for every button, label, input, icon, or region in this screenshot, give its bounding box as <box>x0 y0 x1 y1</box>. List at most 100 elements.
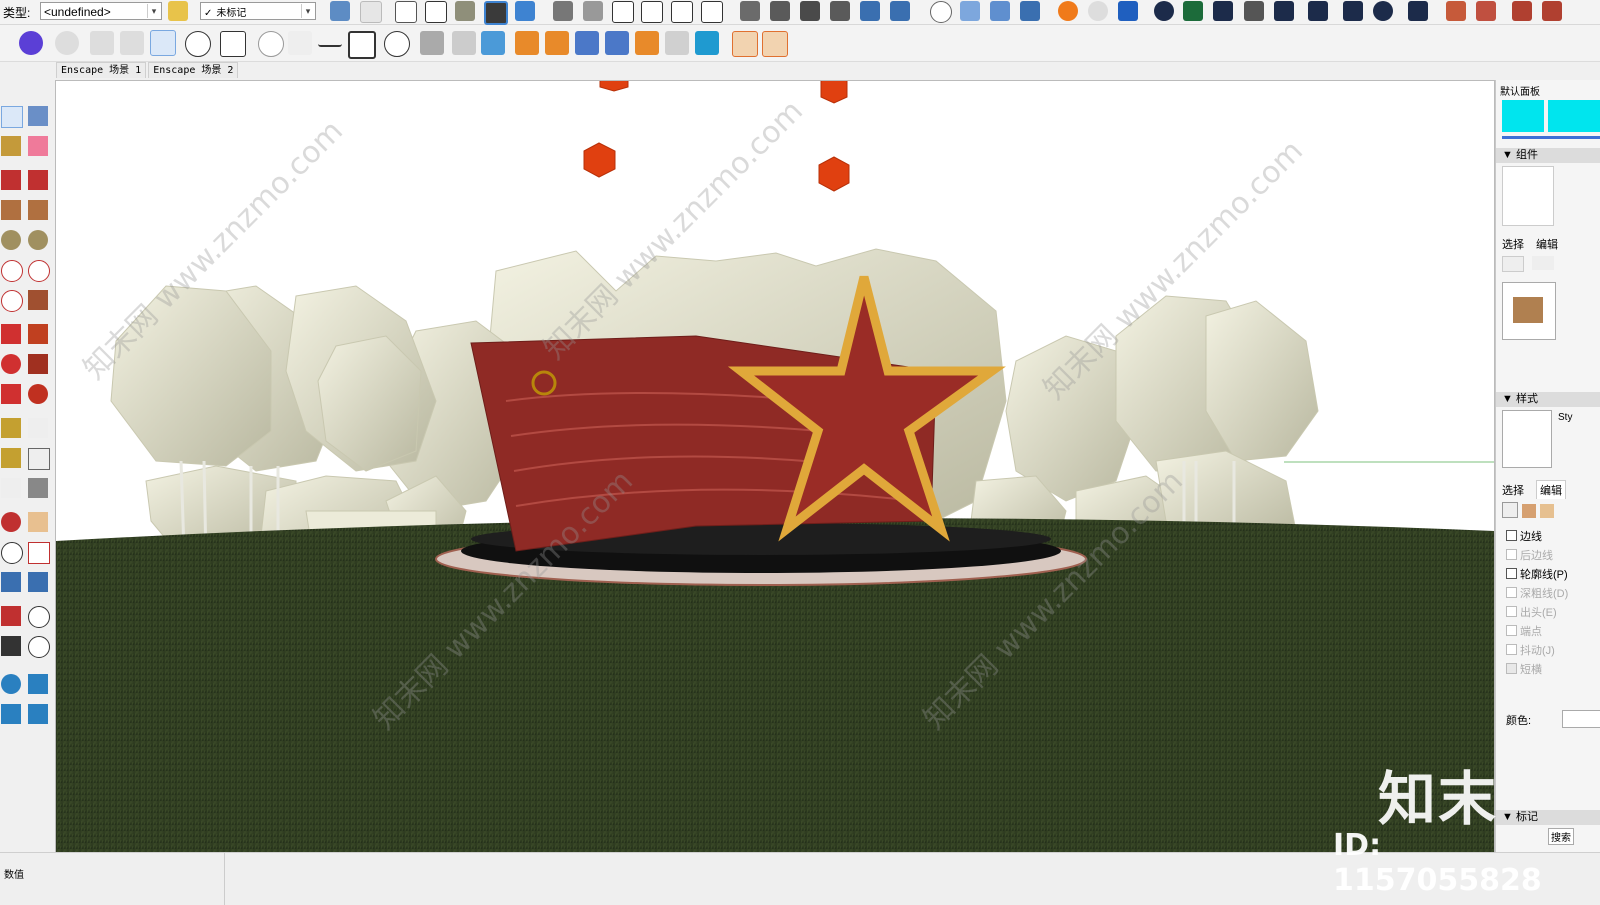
hidden-line-icon[interactable] <box>425 1 447 23</box>
dimension-icon[interactable] <box>452 31 476 55</box>
arc-3pt-icon[interactable] <box>1 290 23 312</box>
pie-icon[interactable] <box>28 290 48 310</box>
pipe-icon[interactable] <box>420 31 444 55</box>
cut-icon[interactable] <box>665 31 689 55</box>
atmosphere-icon[interactable] <box>1244 1 1264 21</box>
extension-icon[interactable] <box>28 674 48 694</box>
material-swatch-2[interactable] <box>1548 100 1600 132</box>
shaded-icon[interactable] <box>455 1 475 21</box>
box-icon[interactable] <box>220 31 246 57</box>
checkbox[interactable] <box>1506 530 1517 541</box>
tags-header[interactable]: ▼ 标记 <box>1496 810 1600 825</box>
shaded-textures-icon[interactable] <box>484 1 508 25</box>
freehand-icon[interactable] <box>28 170 48 190</box>
eraser-icon[interactable] <box>28 136 48 156</box>
scale-icon[interactable] <box>1 384 21 404</box>
fillet-icon[interactable] <box>575 31 599 55</box>
styles-header[interactable]: ▼ 样式 <box>1496 392 1600 407</box>
curve-icon[interactable] <box>695 31 719 55</box>
line-icon[interactable] <box>318 31 342 47</box>
styles-edit-tab[interactable]: 编辑 <box>1536 480 1566 499</box>
section-plane-icon[interactable] <box>960 1 980 21</box>
zoom-window-icon[interactable] <box>28 542 50 564</box>
face-settings-icon[interactable] <box>1522 504 1536 518</box>
rotate-icon[interactable] <box>1 354 21 374</box>
account-icon[interactable] <box>1408 1 1428 21</box>
arc-icon[interactable] <box>1 260 23 282</box>
trim-icon[interactable] <box>860 1 880 21</box>
material-editor-icon[interactable] <box>1213 1 1233 21</box>
right-view-icon[interactable] <box>641 1 663 23</box>
edge-settings-icon[interactable] <box>1502 502 1518 518</box>
section-fill-icon[interactable] <box>1020 1 1040 21</box>
zoom-icon[interactable] <box>1 542 23 564</box>
plugin-p-icon[interactable] <box>19 31 43 55</box>
layers-icon[interactable] <box>1 704 21 724</box>
back-edges-icon[interactable] <box>360 1 382 23</box>
back-view-icon[interactable] <box>671 1 693 23</box>
wireframe-icon[interactable] <box>395 1 417 23</box>
frame-b-icon[interactable] <box>762 31 788 57</box>
dimension-tool-icon[interactable] <box>28 418 48 438</box>
select-icon[interactable] <box>1 106 23 128</box>
sandbox-drape-icon[interactable] <box>1512 1 1532 21</box>
camera-icon[interactable] <box>120 31 144 55</box>
settings-icon[interactable] <box>1308 1 1328 21</box>
scene-tab-2[interactable]: Enscape 场景 2 <box>148 62 239 78</box>
move-icon[interactable] <box>1 324 21 344</box>
3d-text-icon[interactable] <box>28 478 48 498</box>
joint-push-icon[interactable] <box>545 31 569 55</box>
video-icon[interactable] <box>90 31 114 55</box>
position-camera-icon[interactable] <box>1 606 21 626</box>
asset-library-icon[interactable] <box>1183 1 1203 21</box>
background-settings-icon[interactable] <box>1540 504 1554 518</box>
push-pull-icon[interactable] <box>28 324 48 344</box>
extrude-icon[interactable] <box>515 31 539 55</box>
paint-bucket-icon[interactable] <box>1 136 21 156</box>
iso-view-icon[interactable] <box>553 1 573 21</box>
front-view-icon[interactable] <box>612 1 634 23</box>
view-options-icon[interactable] <box>1502 256 1524 272</box>
zoom-extents-icon[interactable] <box>1 572 21 592</box>
left-view-icon[interactable] <box>701 1 723 23</box>
enscape-start-icon[interactable] <box>1058 1 1078 21</box>
enscape-sync-icon[interactable] <box>1088 1 1108 21</box>
sandbox-grid-icon[interactable] <box>1476 1 1496 21</box>
orbit-icon[interactable] <box>1 512 21 532</box>
xray-icon[interactable] <box>330 1 350 21</box>
3d-viewport[interactable]: 知末网 www.znzmo.com 知末网 www.znzmo.com 知末网 … <box>55 80 1495 854</box>
warehouse-icon[interactable] <box>1 674 21 694</box>
rectangle-tool-icon[interactable] <box>1 200 21 220</box>
checkbox[interactable] <box>1506 568 1517 579</box>
offset-icon[interactable] <box>605 31 629 55</box>
axes-icon[interactable] <box>930 1 952 23</box>
previous-view-icon[interactable] <box>28 572 48 592</box>
home-icon[interactable] <box>1532 256 1554 270</box>
component-icon[interactable] <box>28 106 48 126</box>
scene-tab-1[interactable]: Enscape 场景 1 <box>56 62 147 78</box>
follow-icon[interactable] <box>481 31 505 55</box>
axes-tool-icon[interactable] <box>1 478 21 498</box>
pan-icon[interactable] <box>28 512 48 532</box>
monochrome-icon[interactable] <box>515 1 535 21</box>
material-swatch[interactable] <box>1502 100 1544 132</box>
components-edit-tab[interactable]: 编辑 <box>1536 236 1558 252</box>
color-select[interactable] <box>1562 710 1600 728</box>
info-icon[interactable] <box>1373 1 1393 21</box>
arc-2pt-icon[interactable] <box>28 260 50 282</box>
shape-bender-icon[interactable] <box>635 31 659 55</box>
enscape-link-icon[interactable] <box>1118 1 1138 21</box>
add-icon[interactable] <box>1154 1 1174 21</box>
walk-icon[interactable] <box>1 636 21 656</box>
extension-manager-icon[interactable] <box>28 704 48 724</box>
tag-dropdown[interactable]: ✓ 未标记 ▾ <box>200 2 316 20</box>
section-tool-icon[interactable] <box>28 636 50 658</box>
subtract-icon[interactable] <box>830 1 850 21</box>
protractor-icon[interactable] <box>1 448 21 468</box>
rotated-rect-icon[interactable] <box>28 200 48 220</box>
paint-tag-icon[interactable] <box>168 1 188 21</box>
look-around-icon[interactable] <box>28 606 50 628</box>
components-select-tab[interactable]: 选择 <box>1502 236 1524 252</box>
rectangle-icon[interactable] <box>348 31 376 59</box>
text-icon[interactable] <box>28 448 50 470</box>
